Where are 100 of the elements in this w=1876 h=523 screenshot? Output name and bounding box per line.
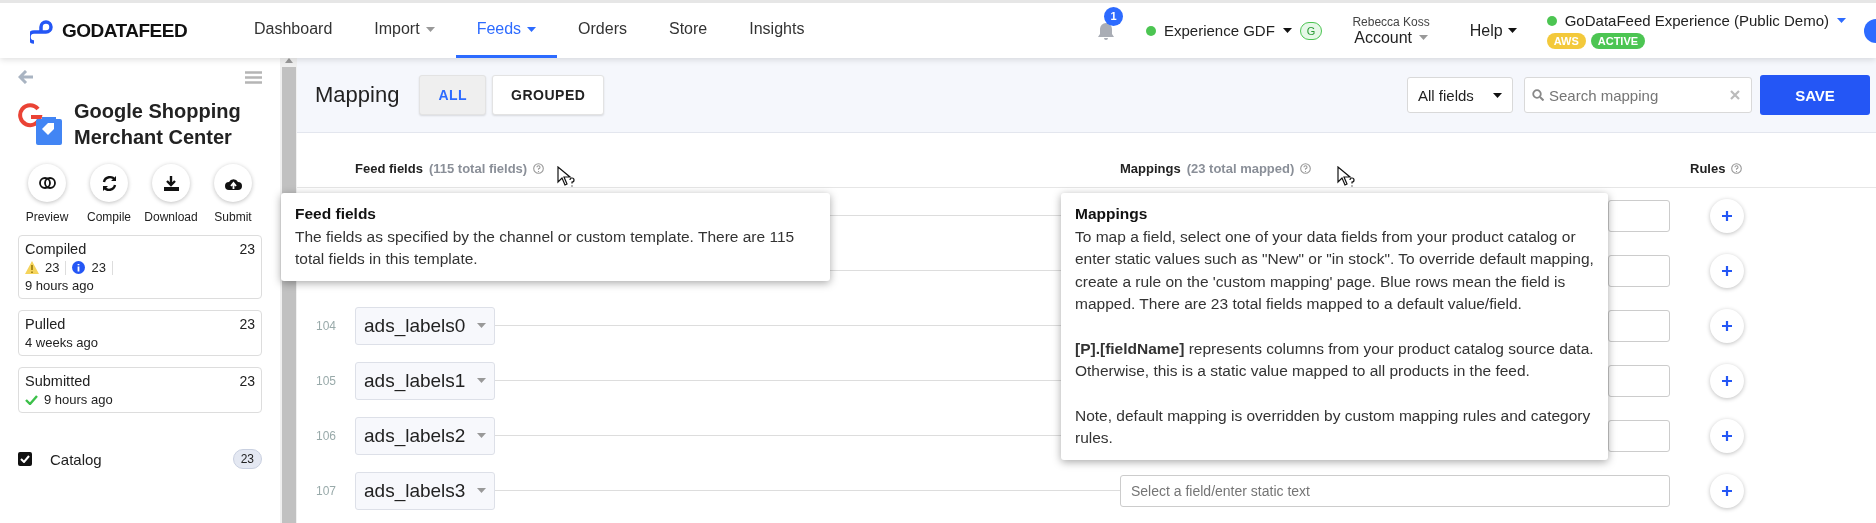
card-count: 23 <box>239 316 255 332</box>
checkmark-icon <box>20 455 30 463</box>
add-rule-button[interactable] <box>1710 418 1744 453</box>
view-tab[interactable]: GROUPED <box>492 75 605 115</box>
bell-icon[interactable] <box>1096 20 1116 41</box>
channel-title: Google Shopping Merchant Center <box>74 99 242 150</box>
mapping-field[interactable] <box>1608 419 1670 452</box>
caret-icon <box>1493 92 1502 98</box>
add-rule-button[interactable] <box>1710 198 1744 233</box>
caret-icon <box>1282 28 1292 33</box>
user-name: Rebecca Koss <box>1352 14 1430 29</box>
plus-icon <box>1722 375 1732 386</box>
status-tag: ACTIVE <box>1590 33 1646 49</box>
check-icon <box>25 394 38 405</box>
add-rule-button[interactable] <box>1710 473 1744 508</box>
filter-dropdown[interactable]: All fields <box>1407 77 1513 113</box>
card-time: 4 weeks ago <box>25 335 98 350</box>
row-number: 106 <box>315 428 337 443</box>
nav-item[interactable]: Insights <box>728 3 826 58</box>
add-rule-button[interactable] <box>1710 363 1744 398</box>
caret-icon <box>1837 18 1846 23</box>
column-note: (23 total mapped) <box>1186 160 1295 176</box>
notification-badge: 1 <box>1104 6 1123 26</box>
caret-icon <box>477 433 487 438</box>
tooltip-title: Feed fields <box>295 204 377 224</box>
field-dropdown[interactable]: ads_labels3 <box>355 471 496 510</box>
caret-icon <box>1419 35 1428 40</box>
card-time: 9 hours ago <box>44 392 113 407</box>
field-dropdown[interactable]: ads_labels1 <box>355 361 496 400</box>
status-tag: AWS <box>1546 33 1586 49</box>
field-dropdown[interactable]: ads_labels0 <box>355 306 496 345</box>
caret-icon <box>1507 28 1517 33</box>
mapping-field[interactable] <box>1608 364 1670 397</box>
card-count: 23 <box>239 241 255 257</box>
download-button[interactable]: Download <box>142 164 200 224</box>
nav-item[interactable]: Store <box>648 3 729 58</box>
tooltip-text: The fields as specified by the channel or custom template. There are 115 total fields in this template. <box>295 226 796 269</box>
back-arrow-icon[interactable] <box>18 70 34 84</box>
account-menu[interactable]: Account <box>1354 28 1428 47</box>
plus-icon <box>1722 430 1732 441</box>
help-menu[interactable]: Help <box>1469 21 1517 40</box>
add-rule-button[interactable] <box>1710 253 1744 288</box>
tooltip-text: [P].[fieldName] represents columns from your product catalog source data. Otherwise, this is a static value mapped to all products in the feed. <box>1075 338 1594 381</box>
refresh-icon <box>100 174 118 192</box>
row-number: 107 <box>315 483 337 498</box>
column-note: (115 total fields) <box>428 160 528 176</box>
nav-item[interactable]: Dashboard <box>233 3 354 58</box>
google-merchant-logo-icon <box>18 101 64 147</box>
plus-icon <box>1722 320 1732 331</box>
warning-count: 23 <box>45 260 60 275</box>
clear-icon[interactable] <box>1730 90 1740 100</box>
warning-icon <box>25 261 39 274</box>
submit-button[interactable]: Submit <box>204 164 262 224</box>
plus-icon <box>1722 265 1732 276</box>
logo-icon <box>30 17 56 44</box>
logo-text: GODATAFEED <box>62 19 188 42</box>
card-title: Compiled <box>25 241 87 257</box>
help-icon[interactable] <box>1731 162 1743 174</box>
view-tab[interactable]: ALL <box>419 75 487 115</box>
caret-icon <box>477 378 487 383</box>
mapping-field[interactable] <box>1608 199 1670 232</box>
count-badge: 23 <box>232 449 262 469</box>
tooltip-title: Mappings <box>1075 204 1149 224</box>
mapping-field[interactable]: Select a field/enter static text <box>1120 474 1670 507</box>
card-count: 23 <box>239 373 255 389</box>
mapping-field[interactable] <box>1608 254 1670 287</box>
nav-item[interactable]: Orders <box>557 3 648 58</box>
preview-button[interactable]: Preview <box>18 164 76 224</box>
search-icon <box>1532 89 1544 101</box>
page-title: Mapping <box>315 82 400 108</box>
plus-icon <box>1722 485 1732 496</box>
cursor-icon <box>1337 166 1355 188</box>
toggle-icon <box>38 174 56 192</box>
column-header: Feed fields <box>355 160 423 176</box>
card-title: Pulled <box>25 316 66 332</box>
row-number: 105 <box>315 373 337 388</box>
caret-icon <box>477 488 487 493</box>
checkbox[interactable] <box>18 452 32 466</box>
column-header: Rules <box>1690 160 1726 176</box>
caret-icon <box>477 323 487 328</box>
card-title: Submitted <box>25 373 91 389</box>
menu-icon[interactable] <box>245 70 262 84</box>
add-rule-button[interactable] <box>1710 308 1744 343</box>
column-header: Mappings <box>1120 160 1181 176</box>
plus-icon <box>1722 210 1732 221</box>
card-time: 9 hours ago <box>25 278 94 293</box>
nav-item[interactable]: Import <box>353 3 456 58</box>
store-name[interactable]: Experience GDF <box>1164 22 1275 39</box>
company-name[interactable]: GoDataFeed Experience (Public Demo) <box>1564 12 1829 29</box>
help-icon[interactable] <box>533 162 545 174</box>
mapping-field[interactable] <box>1608 309 1670 342</box>
info-icon <box>72 261 86 274</box>
help-icon[interactable] <box>1300 162 1312 174</box>
download-icon <box>162 174 180 192</box>
field-dropdown[interactable]: ads_labels2 <box>355 416 496 455</box>
save-button[interactable]: SAVE <box>1760 75 1870 115</box>
compile-button[interactable]: Compile <box>80 164 138 224</box>
cursor-icon <box>557 166 575 188</box>
search-field[interactable]: Search mapping <box>1524 77 1752 113</box>
row-number: 104 <box>315 318 337 333</box>
